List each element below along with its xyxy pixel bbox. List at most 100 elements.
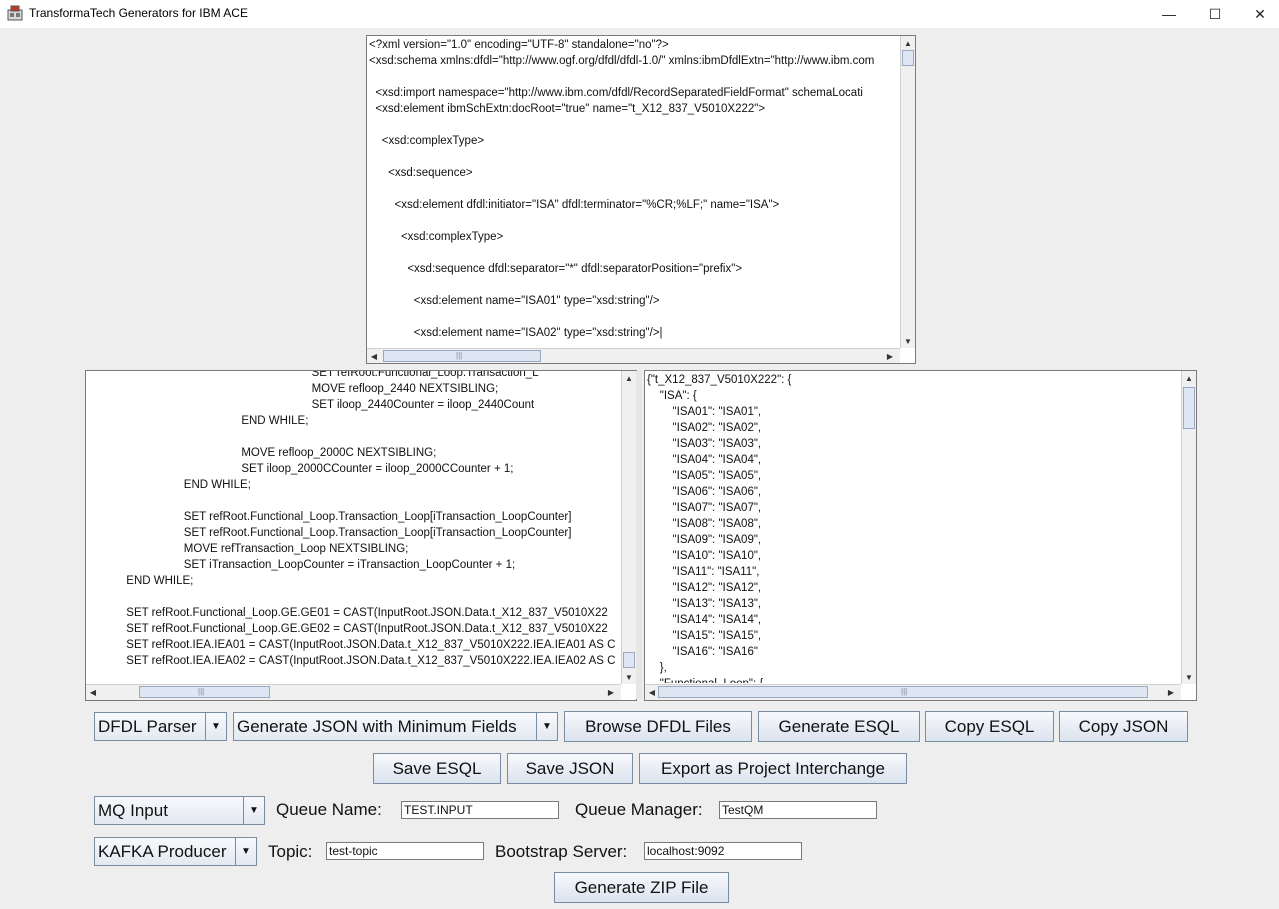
queue-name-input[interactable]: TEST.INPUT	[401, 801, 559, 819]
output-type-select[interactable]: KAFKA Producer ▼	[94, 837, 257, 866]
browse-dfdl-button[interactable]: Browse DFDL Files	[564, 711, 752, 742]
export-project-interchange-button[interactable]: Export as Project Interchange	[639, 753, 907, 784]
app-logo-icon	[7, 5, 23, 21]
generate-zip-button[interactable]: Generate ZIP File	[554, 872, 729, 903]
code-line: "ISA09": "ISA09",	[647, 534, 762, 546]
bootstrap-server-input[interactable]: localhost:9092	[644, 842, 802, 860]
save-json-button[interactable]: Save JSON	[507, 753, 633, 784]
code-line: END WHILE;	[183, 479, 251, 491]
code-line: "ISA06": "ISA06",	[647, 486, 762, 498]
code-line: "ISA16": "ISA16"	[647, 646, 758, 658]
code-line: <xsd:complexType>	[369, 231, 504, 243]
code-line: <xsd:element ibmSchExtn:docRoot="true" n…	[369, 103, 766, 115]
bootstrap-server-label: Bootstrap Server:	[495, 842, 628, 861]
xsd-horizontal-thumb[interactable]: |||	[383, 350, 541, 362]
minimize-button[interactable]: —	[1146, 0, 1192, 28]
code-line: <xsd:element name="ISA02" type="xsd:stri…	[369, 327, 663, 339]
scroll-down-icon[interactable]: ▼	[623, 671, 635, 683]
xsd-horizontal-scrollbar[interactable]: ◀ ||| ▶	[367, 348, 900, 363]
json-mode-select-value: Generate JSON with Minimum Fields	[237, 717, 517, 736]
code-line: SET refRoot.Functional_Loop.Transaction_…	[85, 370, 539, 379]
json-horizontal-scrollbar[interactable]: ◀ ||| ▶	[645, 684, 1181, 700]
esql-horizontal-scrollbar[interactable]: ◀ ||| ▶	[86, 684, 621, 700]
code-line: <xsd:sequence>	[369, 167, 473, 179]
split-pane-divider[interactable]	[636, 371, 642, 699]
scroll-left-icon[interactable]: ◀	[87, 686, 99, 698]
code-line: "ISA15": "ISA15",	[647, 630, 762, 642]
close-button[interactable]: ✕	[1237, 0, 1279, 28]
scroll-down-icon[interactable]: ▼	[1183, 671, 1195, 683]
esql-vertical-thumb[interactable]	[623, 652, 635, 668]
code-line: SET refRoot.Functional_Loop.GE.GE02 = CA…	[85, 623, 608, 635]
code-line: <xsd:schema xmlns:dfdl="http://www.ogf.o…	[369, 55, 875, 67]
parser-select[interactable]: DFDL Parser ▼	[94, 712, 227, 741]
input-type-select[interactable]: MQ Input ▼	[94, 796, 265, 825]
copy-json-button[interactable]: Copy JSON	[1059, 711, 1188, 742]
xsd-vertical-thumb[interactable]	[902, 50, 914, 66]
scroll-right-icon[interactable]: ▶	[1165, 686, 1177, 698]
chevron-down-icon[interactable]: ▼	[235, 838, 256, 865]
topic-input[interactable]: test-topic	[326, 842, 484, 860]
code-line: SET iloop_2440Counter = iloop_2440Count	[85, 399, 535, 411]
code-line: SET iTransaction_LoopCounter = iTransact…	[85, 559, 516, 571]
title-bar: TransformaTech Generators for IBM ACE — …	[0, 0, 1279, 28]
code-line: "ISA02": "ISA02",	[647, 422, 762, 434]
code-line: "ISA08": "ISA08",	[647, 518, 762, 530]
code-line: SET refRoot.Functional_Loop.Transaction_…	[85, 511, 572, 523]
code-line: },	[647, 662, 667, 674]
esql-text: SET refRoot.Functional_Loop.Transaction_…	[85, 370, 621, 683]
json-mode-select[interactable]: Generate JSON with Minimum Fields ▼	[233, 712, 558, 741]
code-line: MOVE refTransaction_Loop NEXTSIBLING;	[85, 543, 409, 555]
code-line: <xsd:import namespace="http://www.ibm.co…	[369, 87, 863, 99]
esql-editor[interactable]: SET refRoot.Functional_Loop.Transaction_…	[85, 370, 637, 701]
code-line: "ISA14": "ISA14",	[647, 614, 762, 626]
parser-select-value: DFDL Parser	[98, 717, 197, 736]
minimize-icon: —	[1162, 6, 1176, 22]
output-type-select-value: KAFKA Producer	[98, 842, 227, 861]
copy-esql-button[interactable]: Copy ESQL	[925, 711, 1054, 742]
xsd-vertical-scrollbar[interactable]: ▲ ▼	[900, 36, 915, 348]
chevron-down-icon[interactable]: ▼	[205, 713, 226, 740]
scroll-up-icon[interactable]: ▲	[623, 372, 635, 384]
json-vertical-scrollbar[interactable]: ▲ ▼	[1181, 371, 1196, 684]
generate-esql-button[interactable]: Generate ESQL	[758, 711, 920, 742]
grip-icon: |||	[198, 687, 205, 696]
code-line: <xsd:element dfdl:initiator="ISA" dfdl:t…	[369, 199, 780, 211]
scroll-left-icon[interactable]: ◀	[646, 686, 658, 698]
close-icon: ✕	[1254, 5, 1266, 22]
queue-manager-input[interactable]: TestQM	[719, 801, 877, 819]
scroll-right-icon[interactable]: ▶	[605, 686, 617, 698]
code-line: SET refRoot.Functional_Loop.Transaction_…	[85, 527, 572, 539]
xsd-text: <?xml version="1.0" encoding="UTF-8" sta…	[369, 37, 899, 347]
json-editor[interactable]: {"t_X12_837_V5010X222": { "ISA": { "ISA0…	[644, 370, 1197, 701]
code-line: "ISA12": "ISA12",	[647, 582, 762, 594]
xsd-editor[interactable]: <?xml version="1.0" encoding="UTF-8" sta…	[366, 35, 916, 364]
scroll-up-icon[interactable]: ▲	[1183, 372, 1195, 384]
code-line: MOVE refloop_2000C NEXTSIBLING;	[85, 447, 437, 459]
esql-horizontal-thumb[interactable]: |||	[139, 686, 270, 698]
json-vertical-thumb[interactable]	[1183, 387, 1195, 429]
save-esql-button[interactable]: Save ESQL	[373, 753, 501, 784]
esql-vertical-scrollbar[interactable]: ▲ ▼	[621, 371, 636, 684]
chevron-down-icon[interactable]: ▼	[536, 713, 557, 740]
scroll-down-icon[interactable]: ▼	[902, 335, 914, 347]
json-text: {"t_X12_837_V5010X222": { "ISA": { "ISA0…	[647, 372, 1180, 683]
json-horizontal-thumb[interactable]: |||	[658, 686, 1148, 698]
chevron-down-icon[interactable]: ▼	[243, 797, 264, 824]
scroll-up-icon[interactable]: ▲	[902, 37, 914, 49]
scroll-right-icon[interactable]: ▶	[884, 350, 896, 362]
maximize-icon: ☐	[1208, 5, 1222, 22]
maximize-button[interactable]: ☐	[1192, 0, 1238, 28]
code-line: <?xml version="1.0" encoding="UTF-8" sta…	[369, 39, 669, 51]
code-line: "ISA03": "ISA03",	[647, 438, 762, 450]
scroll-left-icon[interactable]: ◀	[368, 350, 380, 362]
